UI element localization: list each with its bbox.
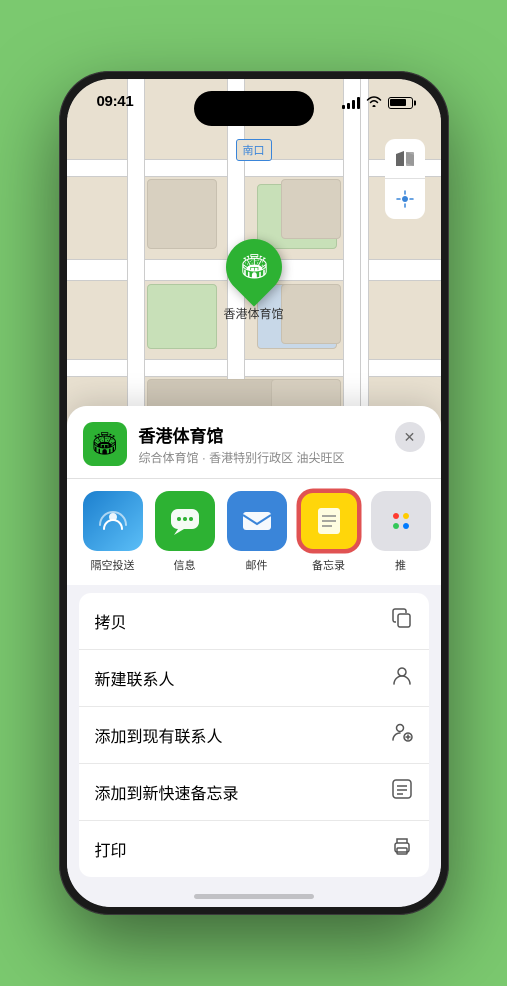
signal-icon [342, 97, 360, 109]
quick-note-label: 添加到新快速备忘录 [95, 780, 239, 804]
action-add-contact[interactable]: 添加到现有联系人 [79, 707, 429, 764]
share-item-notes[interactable]: 备忘录 [299, 491, 359, 573]
add-contact-label: 添加到现有联系人 [95, 723, 223, 747]
more-dots [393, 513, 409, 529]
new-contact-icon [391, 664, 413, 692]
bottom-sheet: 🏟 香港体育馆 综合体育馆 · 香港特别行政区 油尖旺区 ✕ [67, 406, 441, 907]
map-type-button[interactable] [385, 139, 425, 179]
quick-note-icon [391, 778, 413, 806]
notes-icon [299, 491, 359, 551]
location-button[interactable] [385, 179, 425, 219]
print-icon [391, 835, 413, 863]
more-icon [371, 491, 431, 551]
share-item-more[interactable]: 推 [371, 491, 431, 573]
battery-icon [388, 97, 413, 109]
airdrop-icon [83, 491, 143, 551]
action-print[interactable]: 打印 [79, 821, 429, 877]
messages-icon [155, 491, 215, 551]
venue-pin: 🏟 [214, 227, 293, 306]
copy-label: 拷贝 [95, 609, 127, 633]
notes-label: 备忘录 [312, 557, 345, 573]
home-indicator [194, 894, 314, 899]
venue-pin-container: 🏟 香港体育馆 [223, 239, 283, 322]
map-label-south-gate: 南口 [236, 139, 272, 161]
action-new-contact[interactable]: 新建联系人 [79, 650, 429, 707]
new-contact-label: 新建联系人 [95, 666, 175, 690]
mail-label: 邮件 [246, 557, 268, 573]
dynamic-island [194, 91, 314, 126]
venue-pin-icon: 🏟 [238, 253, 268, 282]
status-time: 09:41 [97, 93, 134, 110]
status-icons [342, 95, 413, 110]
venue-card-icon: 🏟 [83, 422, 127, 466]
venue-subtitle: 综合体育馆 · 香港特别行政区 油尖旺区 [139, 449, 383, 466]
add-contact-icon [391, 721, 413, 749]
more-label: 推 [395, 557, 406, 573]
airdrop-label: 隔空投送 [91, 557, 135, 573]
print-label: 打印 [95, 837, 127, 861]
action-quick-note[interactable]: 添加到新快速备忘录 [79, 764, 429, 821]
action-list: 拷贝 新建联系人 [79, 593, 429, 877]
home-indicator-space [67, 877, 441, 907]
map-controls [385, 139, 425, 219]
share-row: 隔空投送 信息 [67, 478, 441, 585]
venue-pin-label: 香港体育馆 [223, 305, 283, 322]
messages-label: 信息 [174, 557, 196, 573]
phone-frame: 09:41 [59, 71, 449, 915]
action-copy[interactable]: 拷贝 [79, 593, 429, 650]
wifi-icon [366, 95, 382, 110]
share-item-messages[interactable]: 信息 [155, 491, 215, 573]
copy-icon [391, 607, 413, 635]
share-item-airdrop[interactable]: 隔空投送 [83, 491, 143, 573]
share-item-mail[interactable]: 邮件 [227, 491, 287, 573]
mail-icon [227, 491, 287, 551]
phone-screen: 09:41 [67, 79, 441, 907]
venue-card: 🏟 香港体育馆 综合体育馆 · 香港特别行政区 油尖旺区 ✕ [67, 406, 441, 478]
close-button[interactable]: ✕ [395, 422, 425, 452]
venue-info: 香港体育馆 综合体育馆 · 香港特别行政区 油尖旺区 [139, 422, 383, 466]
venue-title: 香港体育馆 [139, 422, 383, 447]
